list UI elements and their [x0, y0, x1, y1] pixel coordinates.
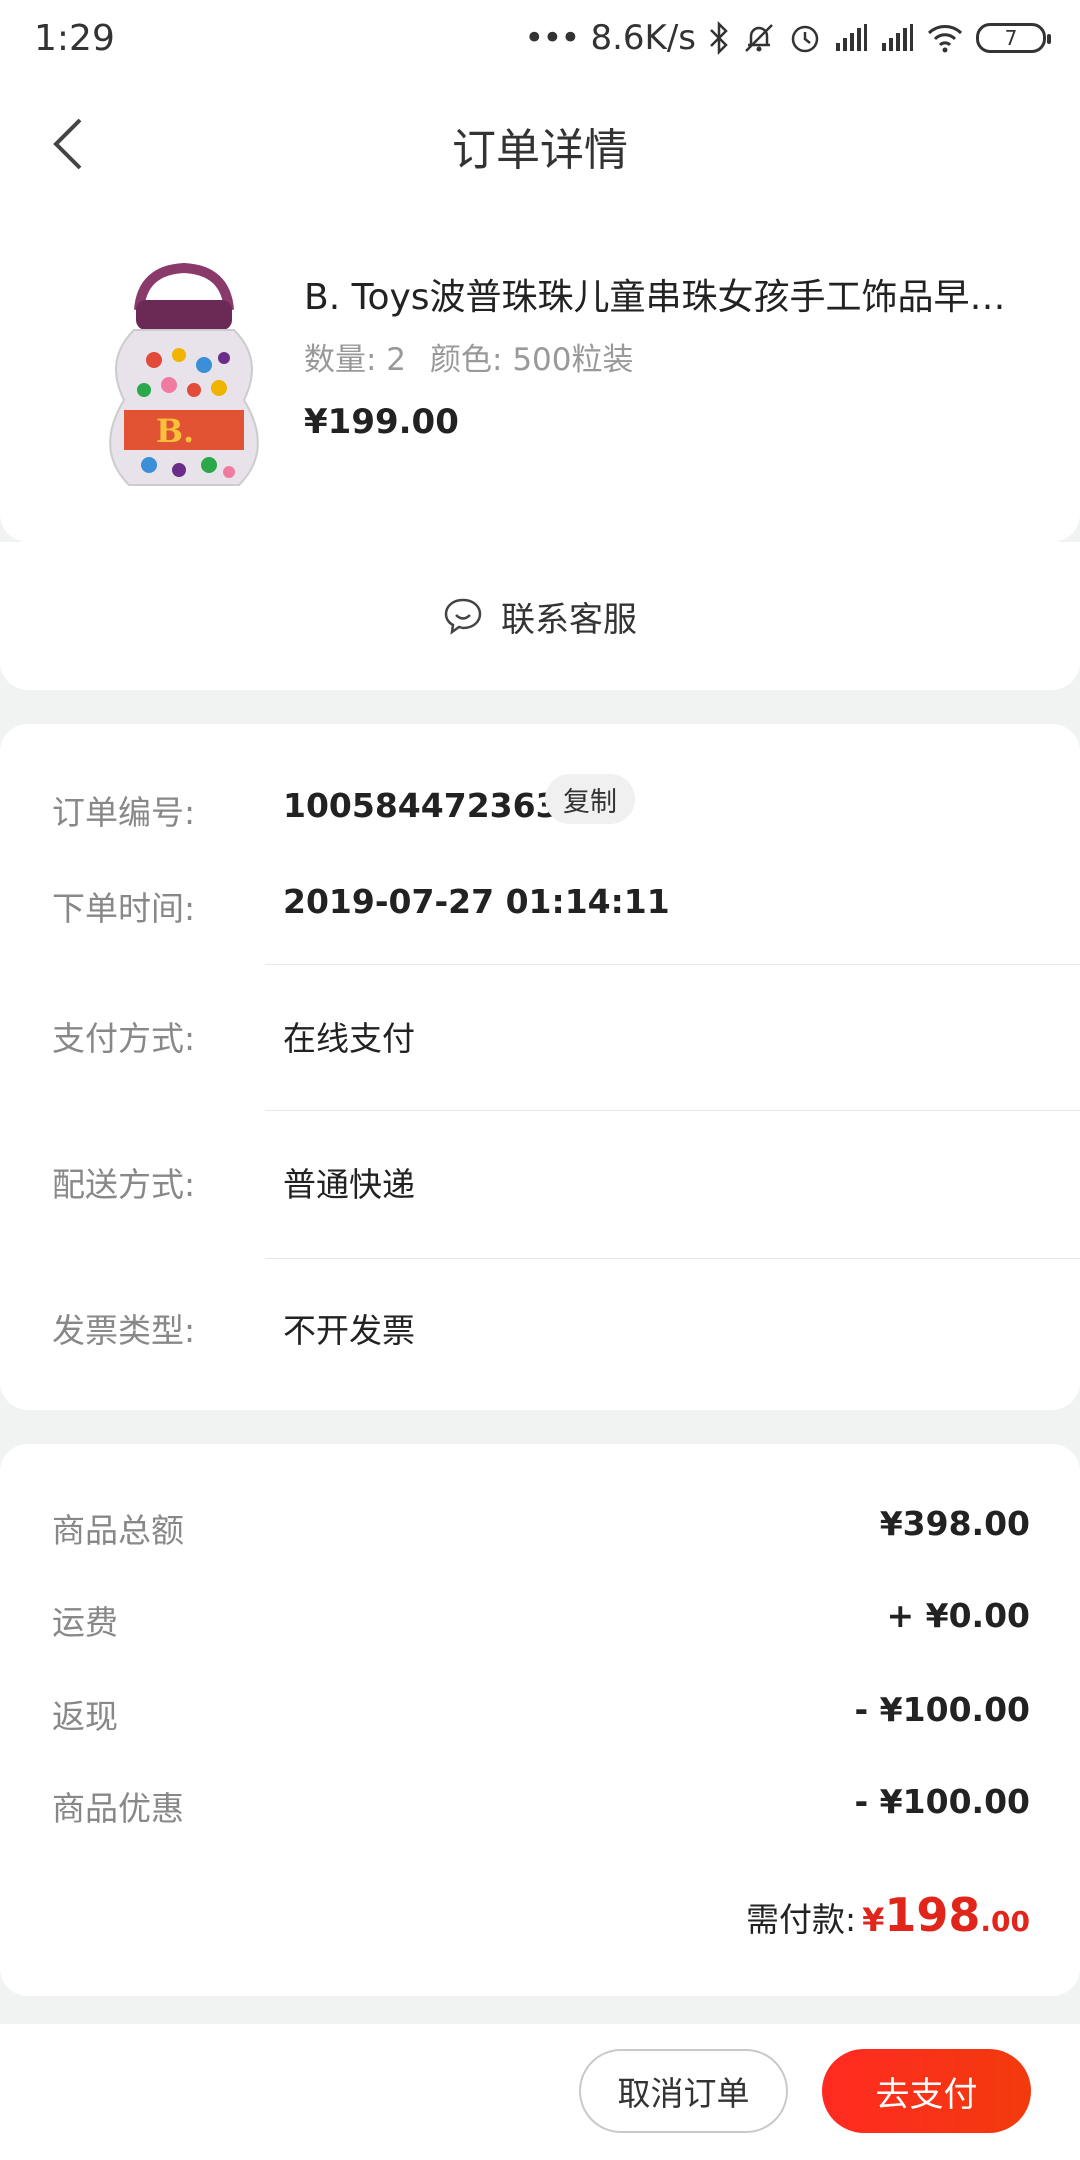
order-number-label: 订单编号:	[52, 793, 196, 832]
status-time: 1:29	[34, 17, 115, 59]
order-info-card: 订单编号: 100584472363 复制 下单时间: 2019-07-27 0…	[0, 724, 1080, 1410]
bluetooth-icon	[708, 21, 730, 55]
cashback-label: 返现	[52, 1697, 118, 1736]
payable-currency: ¥	[862, 1901, 885, 1939]
shipping-value: + ¥0.00	[886, 1596, 1030, 1635]
invoice-type-label: 发票类型:	[52, 1311, 196, 1350]
product-image[interactable]: B.	[84, 250, 284, 500]
cashback-row: 返现 - ¥100.00	[52, 1690, 1030, 1738]
product-color: 颜色: 500粒装	[430, 342, 634, 378]
chevron-left-icon	[53, 118, 82, 170]
copy-button[interactable]: 复制	[545, 774, 635, 824]
shipping-row: 运费 + ¥0.00	[52, 1596, 1030, 1644]
product-quantity: 数量: 2	[304, 342, 407, 378]
payment-method-value: 在线支付	[283, 1019, 415, 1058]
payable-decimal: .00	[980, 1905, 1030, 1938]
discount-label: 商品优惠	[52, 1789, 184, 1828]
mute-bell-icon	[742, 21, 776, 55]
back-button[interactable]	[38, 114, 98, 174]
discount-row: 商品优惠 - ¥100.00	[52, 1782, 1030, 1830]
invoice-type-value: 不开发票	[283, 1311, 415, 1350]
cancel-order-button[interactable]: 取消订单	[579, 2049, 788, 2133]
payment-method-label: 支付方式:	[52, 1019, 196, 1058]
chat-icon	[444, 598, 482, 635]
order-time-value: 2019-07-27 01:14:11	[283, 882, 670, 921]
payable-label: 需付款:	[745, 1900, 857, 1939]
divider	[265, 1110, 1080, 1111]
delivery-method-value: 普通快递	[283, 1165, 415, 1204]
items-total-row: 商品总额 ¥398.00	[52, 1504, 1030, 1552]
divider	[265, 964, 1080, 965]
order-time-label: 下单时间:	[52, 889, 196, 928]
contact-service-button[interactable]: 联系客服	[0, 542, 1080, 690]
product-card[interactable]: B.	[0, 216, 1080, 542]
contact-service-label: 联系客服	[501, 599, 637, 640]
amount-card: 商品总额 ¥398.00 运费 + ¥0.00 返现 - ¥100.00 商品优…	[0, 1444, 1080, 1996]
status-bar: 1:29 ••• 8.6K/s 7	[0, 0, 1080, 76]
network-speed: 8.6K/s	[590, 18, 696, 58]
payable-total: 需付款: ¥ 198 .00	[746, 1888, 1030, 1942]
signal-icon	[834, 23, 868, 53]
alarm-icon	[788, 21, 822, 55]
items-total-label: 商品总额	[52, 1511, 184, 1550]
bottom-action-bar: 取消订单 去支付	[0, 2024, 1080, 2160]
product-title[interactable]: B. Toys波普珠珠儿童串珠女孩手工饰品早教...	[304, 268, 1034, 320]
items-total-value: ¥398.00	[879, 1504, 1030, 1543]
pay-button[interactable]: 去支付	[822, 2049, 1031, 2133]
signal-icon-2	[880, 23, 914, 53]
product-attributes: 数量: 2 颜色: 500粒装	[304, 334, 658, 379]
delivery-method-label: 配送方式:	[52, 1165, 196, 1204]
order-number-value: 100584472363	[283, 786, 559, 825]
battery-icon: 7	[976, 23, 1051, 53]
product-price: ¥199.00	[304, 402, 459, 442]
wifi-icon	[926, 23, 964, 53]
more-dots-icon: •••	[524, 18, 580, 58]
page-title: 订单详情	[452, 125, 628, 176]
payable-integer: 198	[884, 1888, 981, 1942]
discount-value: - ¥100.00	[854, 1782, 1031, 1821]
page-header: 订单详情	[0, 76, 1080, 216]
divider	[265, 1258, 1080, 1259]
status-icons: ••• 8.6K/s 7	[524, 18, 1051, 58]
svg-text:B.: B.	[156, 412, 194, 450]
shipping-label: 运费	[52, 1603, 118, 1642]
cashback-value: - ¥100.00	[854, 1690, 1031, 1729]
